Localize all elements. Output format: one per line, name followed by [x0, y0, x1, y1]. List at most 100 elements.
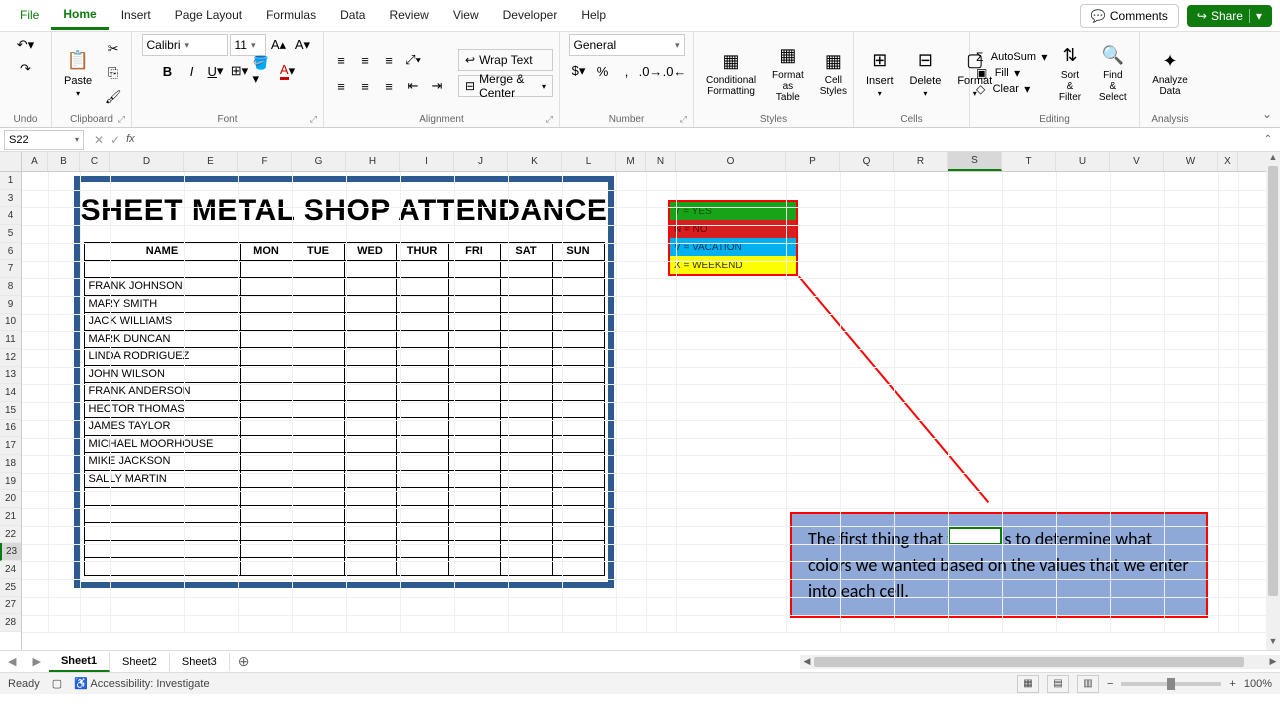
row-header-17[interactable]: 17	[0, 437, 21, 455]
row-header-16[interactable]: 16	[0, 420, 21, 438]
col-header-R[interactable]: R	[894, 152, 948, 171]
fill-button[interactable]: ▣ Fill ▾	[976, 66, 1047, 80]
col-header-J[interactable]: J	[454, 152, 508, 171]
font-color-button[interactable]: A▾	[277, 60, 299, 82]
row-header-13[interactable]: 13	[0, 367, 21, 385]
row-header-7[interactable]: 7	[0, 260, 21, 278]
accessibility-status[interactable]: ♿ Accessibility: Investigate	[74, 677, 209, 690]
expand-formula-bar[interactable]: ⌃	[1256, 134, 1280, 145]
sheet-tab-1[interactable]: Sheet1	[49, 652, 110, 672]
sheet-tab-3[interactable]: Sheet3	[170, 653, 230, 671]
scroll-up-button[interactable]: ▲	[1266, 152, 1280, 166]
col-header-H[interactable]: H	[346, 152, 400, 171]
analyze-data-button[interactable]: ✦Analyze Data	[1146, 45, 1194, 101]
clipboard-launcher[interactable]: ⤢	[118, 114, 125, 125]
borders-button[interactable]: ⊞▾	[229, 60, 251, 82]
col-header-M[interactable]: M	[616, 152, 646, 171]
conditional-formatting-button[interactable]: ▦Conditional Formatting	[700, 45, 762, 101]
font-size-select[interactable]: 11▾	[230, 34, 266, 56]
col-header-K[interactable]: K	[508, 152, 562, 171]
comments-button[interactable]: 💬Comments	[1080, 4, 1179, 28]
col-header-C[interactable]: C	[80, 152, 110, 171]
tab-help[interactable]: Help	[569, 2, 618, 30]
italic-button[interactable]: I	[181, 60, 203, 82]
tab-developer[interactable]: Developer	[491, 2, 570, 30]
autosum-button[interactable]: Σ AutoSum ▾	[976, 50, 1047, 64]
sheet-tab-2[interactable]: Sheet2	[110, 653, 170, 671]
new-sheet-button[interactable]: ⊕	[230, 653, 258, 670]
col-header-O[interactable]: O	[676, 152, 786, 171]
row-header-19[interactable]: 19	[0, 473, 21, 491]
name-box[interactable]: S22▾	[4, 130, 84, 150]
row-header-23[interactable]: 23	[0, 543, 21, 561]
row-header-8[interactable]: 8	[0, 278, 21, 296]
row-header-22[interactable]: 22	[0, 526, 21, 544]
insert-function-button[interactable]: fx	[126, 133, 135, 147]
zoom-out-button[interactable]: −	[1107, 678, 1113, 690]
decrease-font-button[interactable]: A▾	[292, 34, 314, 56]
bold-button[interactable]: B	[157, 60, 179, 82]
wrap-text-button[interactable]: ↩Wrap Text	[458, 49, 553, 71]
row-header-6[interactable]: 6	[0, 243, 21, 261]
indent-increase-button[interactable]: ⇥	[426, 75, 448, 97]
share-button[interactable]: ↪Share▾	[1187, 5, 1272, 27]
row-header-10[interactable]: 10	[0, 314, 21, 332]
increase-decimal-button[interactable]: .0→	[640, 60, 662, 82]
row-header-14[interactable]: 14	[0, 384, 21, 402]
tab-file[interactable]: File	[8, 2, 51, 30]
number-format-select[interactable]: General▾	[569, 34, 685, 56]
row-header-1[interactable]: 1	[0, 172, 21, 190]
v-scroll-thumb[interactable]	[1268, 166, 1278, 596]
tab-page-layout[interactable]: Page Layout	[163, 2, 254, 30]
format-as-table-button[interactable]: ▦Format as Table	[766, 40, 810, 107]
cut-button[interactable]: ✂	[102, 38, 124, 60]
row-header-20[interactable]: 20	[0, 490, 21, 508]
col-header-T[interactable]: T	[1002, 152, 1056, 171]
increase-font-button[interactable]: A▴	[268, 34, 290, 56]
indent-decrease-button[interactable]: ⇤	[402, 75, 424, 97]
align-top-button[interactable]: ≡	[330, 49, 352, 71]
row-header-18[interactable]: 18	[0, 455, 21, 473]
col-header-Q[interactable]: Q	[840, 152, 894, 171]
macro-record-icon[interactable]: ▢	[52, 677, 62, 690]
font-launcher[interactable]: ⤢	[310, 114, 317, 125]
tab-view[interactable]: View	[441, 2, 491, 30]
redo-button[interactable]: ↷	[15, 58, 37, 80]
tab-data[interactable]: Data	[328, 2, 377, 30]
sheet-nav-next[interactable]: ▶	[24, 655, 48, 668]
clear-button[interactable]: ◇ Clear ▾	[976, 82, 1047, 96]
cancel-formula-button[interactable]: ✕	[94, 133, 104, 147]
col-header-S[interactable]: S	[948, 152, 1002, 171]
tab-review[interactable]: Review	[377, 2, 440, 30]
formula-bar-input[interactable]	[141, 130, 1256, 150]
row-header-28[interactable]: 28	[0, 614, 21, 632]
horizontal-scrollbar[interactable]: ◀ ▶	[800, 655, 1280, 669]
number-launcher[interactable]: ⤢	[680, 114, 687, 125]
col-header-V[interactable]: V	[1110, 152, 1164, 171]
scroll-left-button[interactable]: ◀	[800, 656, 814, 667]
col-header-N[interactable]: N	[646, 152, 676, 171]
col-header-W[interactable]: W	[1164, 152, 1218, 171]
col-header-D[interactable]: D	[110, 152, 184, 171]
tab-insert[interactable]: Insert	[109, 2, 163, 30]
align-bottom-button[interactable]: ≡	[378, 49, 400, 71]
page-layout-view-button[interactable]: ▤	[1047, 675, 1069, 693]
underline-button[interactable]: U▾	[205, 60, 227, 82]
page-break-view-button[interactable]: ▥	[1077, 675, 1099, 693]
zoom-level[interactable]: 100%	[1244, 678, 1272, 690]
normal-view-button[interactable]: ▦	[1017, 675, 1039, 693]
tab-formulas[interactable]: Formulas	[254, 2, 328, 30]
tab-home[interactable]: Home	[51, 1, 108, 30]
align-right-button[interactable]: ≡	[378, 75, 400, 97]
col-header-P[interactable]: P	[786, 152, 840, 171]
decrease-decimal-button[interactable]: .0←	[664, 60, 686, 82]
row-header-3[interactable]: 3	[0, 190, 21, 208]
active-cell[interactable]	[948, 527, 1002, 545]
col-header-F[interactable]: F	[238, 152, 292, 171]
col-header-L[interactable]: L	[562, 152, 616, 171]
col-header-U[interactable]: U	[1056, 152, 1110, 171]
percent-button[interactable]: %	[592, 60, 614, 82]
row-header-15[interactable]: 15	[0, 402, 21, 420]
row-header-21[interactable]: 21	[0, 508, 21, 526]
row-header-12[interactable]: 12	[0, 349, 21, 367]
